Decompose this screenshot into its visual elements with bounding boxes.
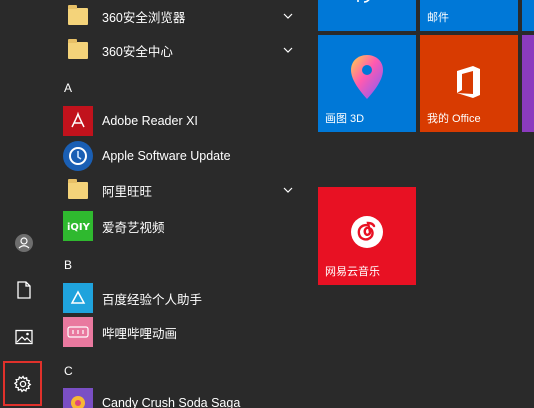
svg-text:iQIYI: iQIYI [67,222,90,233]
document-icon [17,281,31,299]
list-item-label: 爱奇艺视频 [102,220,165,235]
netease-music-icon [351,216,383,248]
tile-my-office[interactable]: 我的 Office [420,35,518,132]
bilibili-icon [63,317,93,347]
list-item-label: 360安全中心 [102,44,173,59]
calendar-number-icon [357,0,370,3]
gear-icon [13,374,31,392]
iqiyi-icon: iQIYI [63,211,93,241]
tile-partial-top[interactable] [522,0,534,31]
chevron-down-icon [283,47,293,53]
tile-partial-purple[interactable] [522,35,534,132]
tile-calendar[interactable] [318,0,416,31]
folder-icon [63,1,93,31]
tile-label: 邮件 [427,12,449,24]
list-item-label: Apple Software Update [102,149,231,163]
list-item-iqiyi[interactable]: iQIYI 爱奇艺视频 [56,208,302,244]
section-letter-a[interactable]: A [64,81,72,95]
list-item-label: Candy Crush Soda Saga [102,396,241,408]
adobe-reader-icon [63,106,93,136]
list-item-label: 阿里旺旺 [102,184,153,199]
list-item-label: 哔哩哔哩动画 [102,326,178,341]
documents-button[interactable] [4,270,44,310]
list-item-label: 百度经验个人助手 [102,292,203,307]
list-item-360-center[interactable]: 360安全中心 [56,32,302,68]
pictures-button[interactable] [4,317,44,357]
list-item-aliwangwang[interactable]: 阿里旺旺 [56,172,302,208]
section-letter-c[interactable]: C [64,364,73,378]
list-item-label: 360安全浏览器 [102,10,186,25]
section-letter-b[interactable]: B [64,258,72,272]
user-account-button[interactable] [4,223,44,263]
paint-3d-icon [351,55,383,99]
list-item-adobe-reader[interactable]: Adobe Reader XI [56,103,302,139]
tile-paint-3d[interactable]: 画图 3D [318,35,416,132]
start-menu: 360安全浏览器 360安全中心 A Adobe Reader XI Apple… [0,0,534,408]
start-left-rail [0,0,48,408]
list-item-360-browser[interactable]: 360安全浏览器 [56,0,302,34]
folder-icon [63,175,93,205]
tile-netease-music[interactable]: 网易云音乐 [318,187,416,285]
tile-label: 画图 3D [325,113,365,125]
settings-button[interactable] [3,361,42,406]
user-icon [15,234,33,252]
apple-update-icon [63,141,93,171]
baidu-experience-icon [63,283,93,313]
list-item-bilibili[interactable]: 哔哩哔哩动画 [56,314,302,350]
app-list: 360安全浏览器 360安全中心 A Adobe Reader XI Apple… [56,0,302,408]
chevron-down-icon [283,187,293,193]
list-item-label: Adobe Reader XI [102,114,198,128]
list-item-apple-software-update[interactable]: Apple Software Update [56,138,302,174]
tile-label: 网易云音乐 [325,266,380,278]
tile-mail[interactable]: 邮件 [420,0,518,31]
chevron-down-icon [283,13,293,19]
candy-crush-icon [63,388,93,408]
picture-icon [15,329,33,345]
list-item-candy-crush[interactable]: Candy Crush Soda Saga [56,385,302,408]
office-icon [457,66,480,98]
folder-icon [63,35,93,65]
tile-label: 我的 Office [427,113,481,125]
list-item-baidu-helper[interactable]: 百度经验个人助手 [56,280,302,316]
